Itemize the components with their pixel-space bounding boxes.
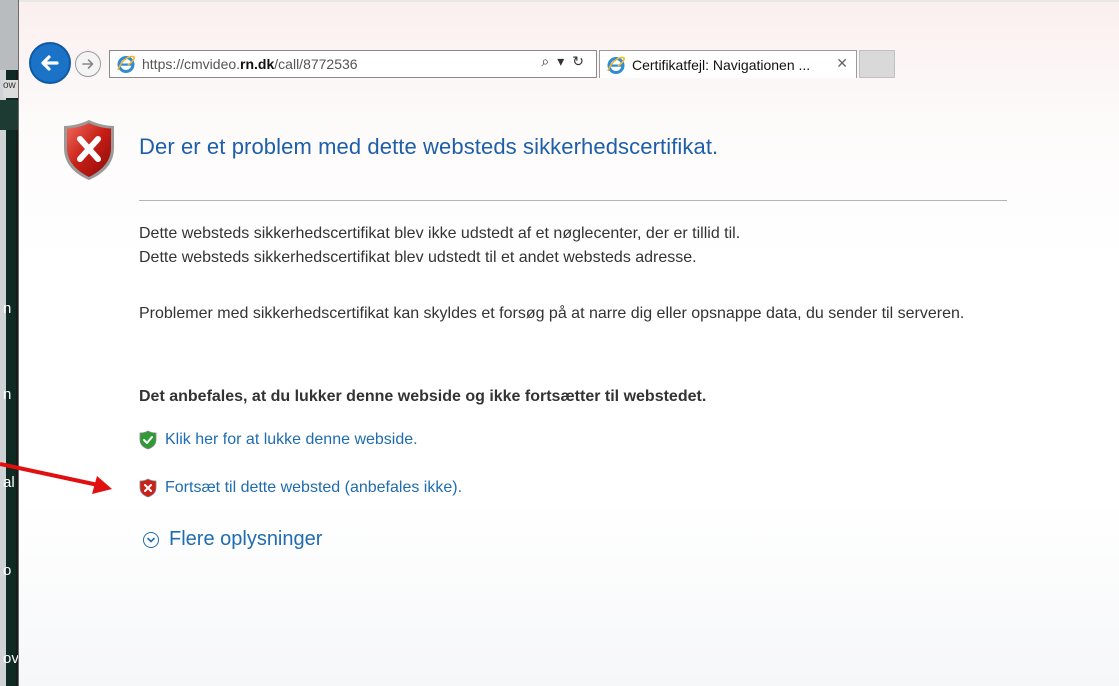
continue-to-site-link-text[interactable]: Fortsæt til dette websted (anbefales ikk…	[165, 479, 462, 497]
url-text: https://cmvideo.rn.dk/call/8772536	[142, 56, 358, 72]
risk-explanation: Problemer med sikkerhedscertifikat kan s…	[139, 305, 965, 322]
close-tab-icon[interactable]: ✕	[836, 56, 848, 72]
close-page-link-text[interactable]: Klik her for at lukke denne webside.	[165, 431, 418, 449]
background-app-band	[0, 100, 18, 130]
annotation-arrow-icon	[0, 462, 112, 494]
new-tab-button[interactable]	[859, 50, 895, 78]
search-dropdown-icon[interactable]: ▾	[557, 54, 564, 70]
back-button[interactable]	[29, 42, 71, 84]
forward-arrow-icon	[82, 59, 94, 69]
browser-window: https://cmvideo.rn.dk/call/8772536 ⌕ ▾ ↻…	[18, 0, 1119, 686]
window-top-border	[19, 0, 1119, 2]
page-title: Der er et problem med dette websteds sik…	[139, 134, 719, 159]
background-app-text: ov	[3, 650, 18, 667]
refresh-icon[interactable]: ↻	[572, 54, 584, 70]
certificate-error-details: Dette websteds sikkerhedscertifikat blev…	[139, 225, 741, 266]
background-app-text: n	[3, 386, 12, 403]
tab-certificate-error[interactable]: Certifikatfejl: Navigationen ... ✕	[599, 50, 857, 78]
background-app-top	[0, 0, 18, 70]
background-app-text: n	[3, 300, 12, 317]
ie-tab-icon	[606, 55, 626, 75]
shield-error-icon	[64, 120, 114, 180]
browser-toolbar: https://cmvideo.rn.dk/call/8772536 ⌕ ▾ ↻…	[19, 30, 1119, 90]
expand-circle-icon	[143, 531, 159, 548]
background-app-text: o	[3, 562, 12, 579]
address-bar[interactable]: https://cmvideo.rn.dk/call/8772536 ⌕ ▾ ↻	[109, 50, 597, 78]
more-info-label[interactable]: Flere oplysninger	[169, 528, 322, 551]
close-page-link[interactable]: Klik her for at lukke denne webside.	[139, 430, 418, 450]
more-info-toggle[interactable]: Flere oplysninger	[139, 528, 322, 551]
divider	[139, 200, 1007, 201]
back-arrow-icon	[41, 55, 59, 71]
red-shield-icon	[139, 478, 157, 498]
search-icon[interactable]: ⌕	[541, 54, 549, 70]
recommendation-text: Det anbefales, at du lukker denne websid…	[139, 388, 707, 405]
green-shield-icon	[139, 430, 157, 450]
tab-title: Certifikatfejl: Navigationen ...	[632, 56, 811, 73]
forward-button[interactable]	[75, 51, 101, 77]
background-app-strip: ow n n al o ov	[0, 0, 18, 686]
background-app-text: ow	[3, 80, 18, 98]
ie-logo-icon	[116, 54, 136, 74]
continue-to-site-link[interactable]: Fortsæt til dette websted (anbefales ikk…	[139, 478, 462, 498]
